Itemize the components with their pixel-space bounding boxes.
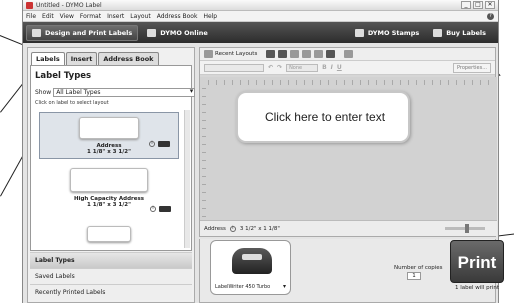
label-item-address[interactable]: Address 1 1/8" x 3 1/2" i [39, 112, 179, 159]
status-label-type: Address [204, 225, 226, 232]
menu-help[interactable]: Help [203, 13, 217, 20]
label-types-title: Label Types [35, 71, 92, 81]
dymo-online-button[interactable]: DYMO Online [142, 25, 213, 41]
globe-icon [147, 28, 157, 37]
dymo-app-icon [26, 1, 33, 9]
cut-icon[interactable] [290, 50, 300, 58]
buy-labels-button[interactable]: Buy Labels [428, 25, 491, 41]
tab-insert[interactable]: Insert [65, 52, 98, 65]
text-direction-icon[interactable]: ↷ [277, 64, 282, 71]
menu-layout[interactable]: Layout [130, 13, 150, 20]
minimize-button[interactable]: _ [461, 1, 471, 9]
properties-button[interactable]: Properties... [452, 62, 491, 73]
copies-stepper[interactable]: 1 [407, 272, 421, 280]
label-sections: Label Types Saved Labels Recently Printe… [30, 252, 192, 300]
label-thumbnail [87, 226, 131, 242]
tab-labels[interactable]: Labels [31, 52, 65, 65]
copy-icon[interactable] [302, 50, 312, 58]
address-text-object[interactable]: Click here to enter text [246, 102, 404, 132]
menu-file[interactable]: File [26, 13, 36, 20]
print-icon[interactable] [278, 50, 288, 58]
section-label-types[interactable]: Label Types [30, 252, 192, 268]
horizontal-ruler [208, 80, 491, 85]
info-icon[interactable]: i [149, 141, 155, 147]
labels-panel: Labels Insert Address Book Label Types S… [27, 47, 196, 303]
dymo-online-label: DYMO Online [160, 28, 208, 37]
printer-name: LabelWriter 450 Turbo [215, 284, 271, 290]
select-layout-hint: Click on label to select layout [35, 100, 109, 106]
undo-icon[interactable] [326, 50, 336, 58]
section-recently-printed[interactable]: Recently Printed Labels [30, 284, 192, 300]
label-item-partial[interactable] [39, 226, 179, 242]
underline-icon[interactable]: U [337, 64, 342, 71]
label-editor: Recent Layouts ↶ ↷ None B I U Properties… [199, 47, 497, 237]
recent-layouts-label: Recent Layouts [215, 51, 258, 57]
label-canvas[interactable]: Click here to enter text [200, 77, 497, 222]
menu-insert[interactable]: Insert [107, 13, 124, 20]
label-list-scrollbar[interactable] [184, 110, 190, 248]
dymo-stamps-label: DYMO Stamps [367, 28, 420, 37]
font-size-value: None [289, 64, 303, 71]
label-list: Address 1 1/8" x 3 1/2" i High Capacity … [35, 110, 183, 248]
label-icon [32, 28, 41, 37]
help-icon[interactable]: ? [487, 13, 494, 20]
close-button[interactable]: ✕ [485, 1, 495, 9]
editor-toolbar: Recent Layouts [200, 48, 495, 61]
printer-image [232, 248, 272, 274]
label-item-high-capacity-address[interactable]: High Capacity Address 1 1/8" x 3 1/2" i [39, 168, 179, 212]
info-icon[interactable]: i [150, 206, 156, 212]
design-print-labels-label: Design and Print Labels [45, 28, 133, 37]
dymo-stamps-button[interactable]: DYMO Stamps [350, 25, 424, 41]
copies-label: Number of copies [394, 265, 443, 271]
menu-view[interactable]: View [60, 13, 74, 20]
label-thumbnail [79, 117, 139, 139]
buy-labels-label: Buy Labels [446, 28, 486, 37]
italic-icon[interactable]: I [331, 64, 333, 71]
menu-format[interactable]: Format [80, 13, 101, 20]
label-roll-icon [158, 141, 170, 147]
cart-icon [433, 28, 443, 37]
print-button[interactable]: Print [450, 240, 504, 283]
menu-bar: File Edit View Format Insert Layout Addr… [23, 11, 498, 22]
recent-layouts-icon [204, 50, 213, 58]
tab-address-book[interactable]: Address Book [98, 52, 159, 65]
stamp-icon [354, 28, 364, 37]
save-icon[interactable] [266, 50, 276, 58]
zoom-slider-thumb[interactable] [464, 224, 469, 233]
vertical-ruler [202, 87, 206, 217]
bold-icon[interactable]: B [322, 64, 327, 71]
label-types-panel: Label Types Show All Label Types Click o… [30, 65, 196, 251]
recent-layouts-button[interactable]: Recent Layouts [204, 50, 257, 58]
label-size: 1 1/8" x 3 1/2" [87, 149, 131, 155]
window-title: Untitled - DYMO Label [36, 1, 102, 9]
status-label-size: 3 1/2" x 1 1/8" [239, 225, 280, 232]
font-size-select[interactable]: None [286, 63, 319, 72]
title-bar: Untitled - DYMO Label _ □ ✕ [23, 0, 498, 11]
label-preview[interactable]: Click here to enter text [236, 91, 410, 143]
info-icon[interactable]: i [229, 225, 236, 232]
menu-edit[interactable]: Edit [42, 13, 54, 20]
show-label: Show [35, 89, 52, 96]
format-toolbar: ↶ ↷ None B I U Properties... [200, 61, 495, 75]
printer-select[interactable]: LabelWriter 450 Turbo ▾ [210, 240, 291, 295]
section-saved-labels[interactable]: Saved Labels [30, 268, 192, 284]
menu-address-book[interactable]: Address Book [157, 13, 198, 20]
print-area: LabelWriter 450 Turbo ▾ Number of copies… [199, 239, 504, 303]
design-print-labels-button[interactable]: Design and Print Labels [26, 24, 139, 41]
editor-status-bar: Address i 3 1/2" x 1 1/8" [200, 220, 497, 236]
font-select[interactable] [204, 63, 264, 72]
zoom-slider[interactable] [445, 224, 485, 233]
paste-icon[interactable] [314, 50, 324, 58]
app-window: Untitled - DYMO Label _ □ ✕ File Edit Vi… [22, 0, 504, 303]
label-type-filter-select[interactable]: All Label Types [53, 88, 196, 97]
text-style-icon[interactable]: ↶ [268, 64, 273, 71]
labels-will-print-status: 1 label will print [454, 285, 500, 291]
chevron-down-icon: ▾ [282, 283, 286, 290]
label-thumbnail [70, 168, 148, 192]
top-nav-bar: Design and Print Labels DYMO Online DYMO… [23, 22, 498, 43]
label-roll-icon [159, 206, 171, 212]
maximize-button[interactable]: □ [473, 1, 483, 9]
redo-icon[interactable] [344, 50, 354, 58]
